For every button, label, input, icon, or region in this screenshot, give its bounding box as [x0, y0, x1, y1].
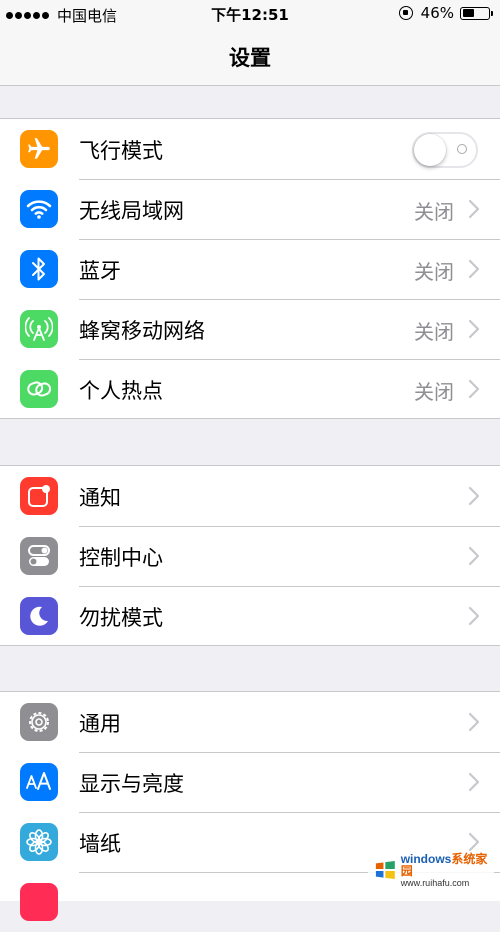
- row-label: 个人热点: [79, 379, 163, 403]
- settings-row-do-not-disturb[interactable]: 勿扰模式: [0, 586, 500, 646]
- gear-icon: [20, 703, 58, 741]
- chevron-right-icon: [468, 259, 480, 279]
- airplane-mode-toggle[interactable]: [412, 132, 478, 168]
- toggle-knob: [414, 134, 446, 166]
- row-label: 墙纸: [79, 832, 121, 856]
- settings-row-general[interactable]: 通用: [0, 692, 500, 752]
- row-label: 飞行模式: [79, 139, 163, 163]
- settings-row-wifi[interactable]: 无线局域网 关闭: [0, 179, 500, 239]
- watermark: windows系统家园 www.ruihafu.com: [368, 853, 494, 887]
- wifi-icon: [20, 190, 58, 228]
- navigation-bar: 设置: [0, 30, 500, 86]
- watermark-url: www.ruihafu.com: [400, 877, 470, 888]
- wallpaper-flower-icon: [20, 823, 58, 861]
- settings-row-personal-hotspot[interactable]: 个人热点 关闭: [0, 359, 500, 419]
- settings-row-control-center[interactable]: 控制中心: [0, 526, 500, 586]
- chevron-right-icon: [468, 712, 480, 732]
- row-label: 蓝牙: [79, 259, 121, 283]
- battery-percent: 46%: [420, 4, 454, 22]
- row-value: 关闭: [414, 320, 454, 344]
- chevron-right-icon: [468, 486, 480, 506]
- status-right: 46%: [398, 4, 493, 22]
- chevron-right-icon: [468, 546, 480, 566]
- settings-row-notifications[interactable]: 通知: [0, 466, 500, 526]
- chevron-right-icon: [468, 606, 480, 626]
- row-label: 无线局域网: [79, 199, 184, 223]
- status-bar: 中国电信 下午12:51 46%: [0, 0, 500, 30]
- orientation-lock-icon: [398, 6, 413, 20]
- page-title: 设置: [229, 46, 271, 70]
- windows-logo-icon: [375, 861, 395, 879]
- chevron-right-icon: [468, 832, 480, 852]
- moon-icon: [20, 597, 58, 635]
- control-center-icon: [20, 537, 58, 575]
- toggle-off-indicator: [457, 144, 467, 154]
- row-value: 关闭: [414, 260, 454, 284]
- settings-row-cellular[interactable]: 蜂窝移动网络 关闭: [0, 299, 500, 359]
- settings-group-connectivity: 飞行模式 无线局域网 关闭 蓝牙 关闭 蜂窝移动网络 关闭 个人热点 关闭: [0, 118, 500, 419]
- settings-row-airplane-mode[interactable]: 飞行模式: [0, 119, 500, 179]
- row-label: 通知: [79, 486, 121, 510]
- chevron-right-icon: [468, 199, 480, 219]
- chevron-right-icon: [468, 319, 480, 339]
- notifications-icon: [20, 477, 58, 515]
- battery-level-fill: [462, 9, 474, 17]
- battery-icon: [460, 6, 493, 20]
- settings-row-display-brightness[interactable]: 显示与亮度: [0, 752, 500, 812]
- bluetooth-icon: [20, 250, 58, 288]
- row-label: 蜂窝移动网络: [79, 319, 205, 343]
- hotspot-icon: [20, 370, 58, 408]
- settings-row-bluetooth[interactable]: 蓝牙 关闭: [0, 239, 500, 299]
- settings-group-system: 通知 控制中心 勿扰模式: [0, 465, 500, 646]
- chevron-right-icon: [468, 379, 480, 399]
- cellular-icon: [20, 310, 58, 348]
- row-label: 显示与亮度: [79, 772, 184, 796]
- row-value: 关闭: [414, 200, 454, 224]
- chevron-right-icon: [468, 772, 480, 792]
- airplane-icon: [20, 130, 58, 168]
- row-value: 关闭: [414, 380, 454, 404]
- row-label: 勿扰模式: [79, 606, 163, 630]
- watermark-brand: windows系统家园: [400, 851, 488, 878]
- watermark-text: windows系统家园 www.ruihafu.com: [401, 853, 494, 888]
- display-brightness-icon: [20, 763, 58, 801]
- row-label: 通用: [79, 712, 121, 736]
- row-label: 控制中心: [79, 546, 163, 570]
